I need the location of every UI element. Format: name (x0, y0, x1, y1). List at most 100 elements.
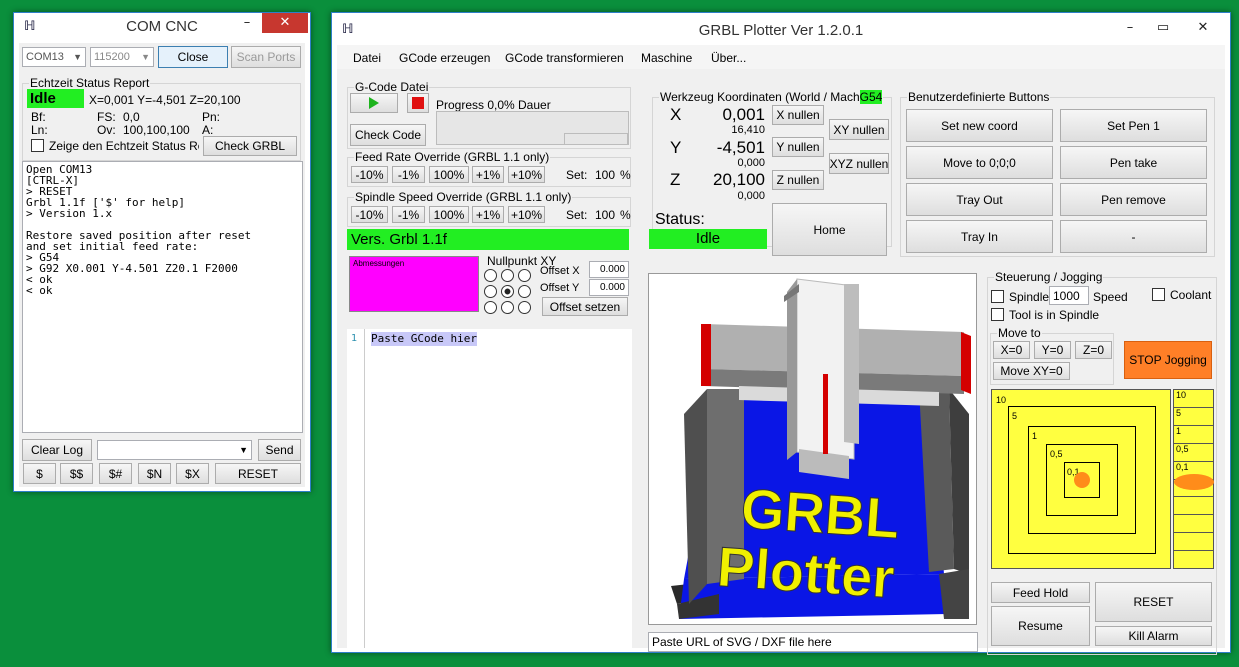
z-position-marker (1174, 474, 1214, 490)
spindle-label: Spindle (1009, 290, 1049, 304)
tray-in-button[interactable]: Tray In (906, 220, 1053, 253)
move-xy0-button[interactable]: Move XY=0 (993, 362, 1070, 380)
radio-button[interactable] (518, 269, 531, 282)
xyz-nullen-button[interactable]: XYZ nullen (829, 153, 889, 174)
spindle-checkbox[interactable] (991, 290, 1004, 303)
pen-remove-button[interactable]: Pen remove (1060, 183, 1207, 216)
coolant-checkbox[interactable] (1152, 288, 1165, 301)
stop-jogging-button[interactable]: STOP Jogging (1124, 341, 1212, 379)
gcode-editor[interactable]: 1 Paste GCode hier (347, 329, 632, 648)
radio-button[interactable] (518, 285, 531, 298)
fs-value: 0,0 (123, 110, 140, 124)
svg-url-input[interactable]: Paste URL of SVG / DXF file here (648, 632, 978, 652)
z-jog-strip[interactable]: 10 5 1 0,5 0,1 (1173, 389, 1214, 569)
radio-button[interactable] (484, 301, 497, 314)
send-button[interactable]: Send (258, 439, 301, 461)
tool-in-spindle-checkbox[interactable] (991, 308, 1004, 321)
radio-button[interactable] (518, 301, 531, 314)
feed-100-button[interactable]: 100% (429, 166, 469, 183)
close-window-button[interactable]: ✕ (262, 13, 308, 33)
speed-input[interactable]: 1000 (1049, 286, 1089, 305)
y-world-value: -4,501 (715, 139, 765, 157)
clear-log-button[interactable]: Clear Log (22, 439, 92, 461)
x-mach-value: 16,410 (715, 123, 765, 137)
spindle-100-button[interactable]: 100% (429, 206, 469, 223)
close-window-button[interactable]: ✕ (1180, 18, 1226, 38)
command-input[interactable]: ▼ (97, 440, 252, 460)
feed-plus1-button[interactable]: +1% (472, 166, 504, 183)
xy-jog-pad[interactable]: 10 5 1 0,5 0,1 (991, 389, 1171, 569)
progress-label: Progress 0,0% (436, 98, 515, 112)
close-port-button[interactable]: Close (158, 46, 228, 68)
feed-plus10-button[interactable]: +10% (508, 166, 545, 183)
dollar-n-button[interactable]: $N (138, 463, 171, 484)
offset-x-input[interactable]: 0.000 (589, 261, 629, 278)
dollar-dollar-button[interactable]: $$ (60, 463, 93, 484)
com-reset-button[interactable]: RESET (215, 463, 301, 484)
stop-icon (412, 97, 424, 109)
baud-select[interactable]: 115200▼ (90, 47, 154, 67)
play-button[interactable] (350, 93, 398, 113)
chevron-down-icon: ▼ (73, 52, 82, 62)
z-nullen-button[interactable]: Z nullen (772, 170, 824, 190)
feed-minus10-button[interactable]: -10% (351, 166, 388, 183)
y0-button[interactable]: Y=0 (1034, 341, 1071, 359)
spindle-plus10-button[interactable]: +10% (508, 206, 545, 223)
kill-alarm-button[interactable]: Kill Alarm (1095, 626, 1212, 646)
dimensions-box: Abmessungen (349, 256, 479, 312)
home-button[interactable]: Home (772, 203, 887, 256)
dollar-button[interactable]: $ (23, 463, 56, 484)
scan-ports-button[interactable]: Scan Ports (231, 46, 301, 68)
show-status-checkbox[interactable] (31, 139, 44, 152)
check-grbl-button[interactable]: Check GRBL (203, 136, 297, 156)
dollar-hash-button[interactable]: $# (99, 463, 132, 484)
z0-button[interactable]: Z=0 (1075, 341, 1112, 359)
x-nullen-button[interactable]: X nullen (772, 105, 824, 125)
jogging-caption: Steuerung / Jogging (994, 270, 1103, 284)
y-nullen-button[interactable]: Y nullen (772, 137, 824, 157)
port-select[interactable]: COM13▼ (22, 47, 86, 67)
menu-gcode-transformieren[interactable]: GCode transformieren (505, 51, 624, 65)
com-client-area: COM13▼ 115200▼ Close Scan Ports Echtzeit… (19, 43, 305, 487)
log-textarea[interactable]: Open COM13 [CTRL-X] > RESET Grbl 1.1f ['… (22, 161, 303, 433)
check-code-button[interactable]: Check Code (350, 124, 426, 146)
coords-readout: X=0,001 Y=-4,501 Z=20,100 (89, 93, 241, 107)
editor-text: Paste GCode hier (371, 332, 477, 346)
menu-maschine[interactable]: Maschine (641, 51, 692, 65)
maximize-button[interactable]: ▭ (1150, 18, 1176, 38)
menu-datei[interactable]: Datei (353, 51, 381, 65)
spindle-set-label: Set: (566, 208, 587, 222)
minimize-button[interactable]: – (1117, 18, 1143, 38)
main-reset-button[interactable]: RESET (1095, 582, 1212, 622)
spindle-minus1-button[interactable]: -1% (392, 206, 425, 223)
spindle-minus10-button[interactable]: -10% (351, 206, 388, 223)
radio-button-selected[interactable] (501, 285, 514, 298)
jog-label-5: 5 (1012, 409, 1017, 423)
xy-nullen-button[interactable]: XY nullen (829, 119, 889, 140)
x0-button[interactable]: X=0 (993, 341, 1030, 359)
pen-take-button[interactable]: Pen take (1060, 146, 1207, 179)
offset-y-input[interactable]: 0.000 (589, 279, 629, 296)
menu-ueber[interactable]: Über... (711, 51, 746, 65)
set-new-coord-button[interactable]: Set new coord (906, 109, 1053, 142)
dollar-x-button[interactable]: $X (176, 463, 209, 484)
stop-button[interactable] (407, 93, 429, 113)
dauer-label: Dauer (518, 98, 551, 112)
resume-button[interactable]: Resume (991, 606, 1090, 646)
radio-button[interactable] (484, 269, 497, 282)
jog-label-1: 1 (1032, 429, 1037, 443)
set-pen1-button[interactable]: Set Pen 1 (1060, 109, 1207, 142)
jog-position-dot (1074, 472, 1090, 488)
radio-button[interactable] (501, 301, 514, 314)
tray-out-button[interactable]: Tray Out (906, 183, 1053, 216)
offset-setzen-button[interactable]: Offset setzen (542, 297, 628, 316)
radio-button[interactable] (501, 269, 514, 282)
feed-minus1-button[interactable]: -1% (392, 166, 425, 183)
custom-dash-button[interactable]: - (1060, 220, 1207, 253)
menu-gcode-erzeugen[interactable]: GCode erzeugen (399, 51, 490, 65)
minimize-button[interactable]: – (234, 13, 260, 33)
radio-button[interactable] (484, 285, 497, 298)
spindle-plus1-button[interactable]: +1% (472, 206, 504, 223)
feed-hold-button[interactable]: Feed Hold (991, 582, 1090, 603)
move-to-origin-button[interactable]: Move to 0;0;0 (906, 146, 1053, 179)
